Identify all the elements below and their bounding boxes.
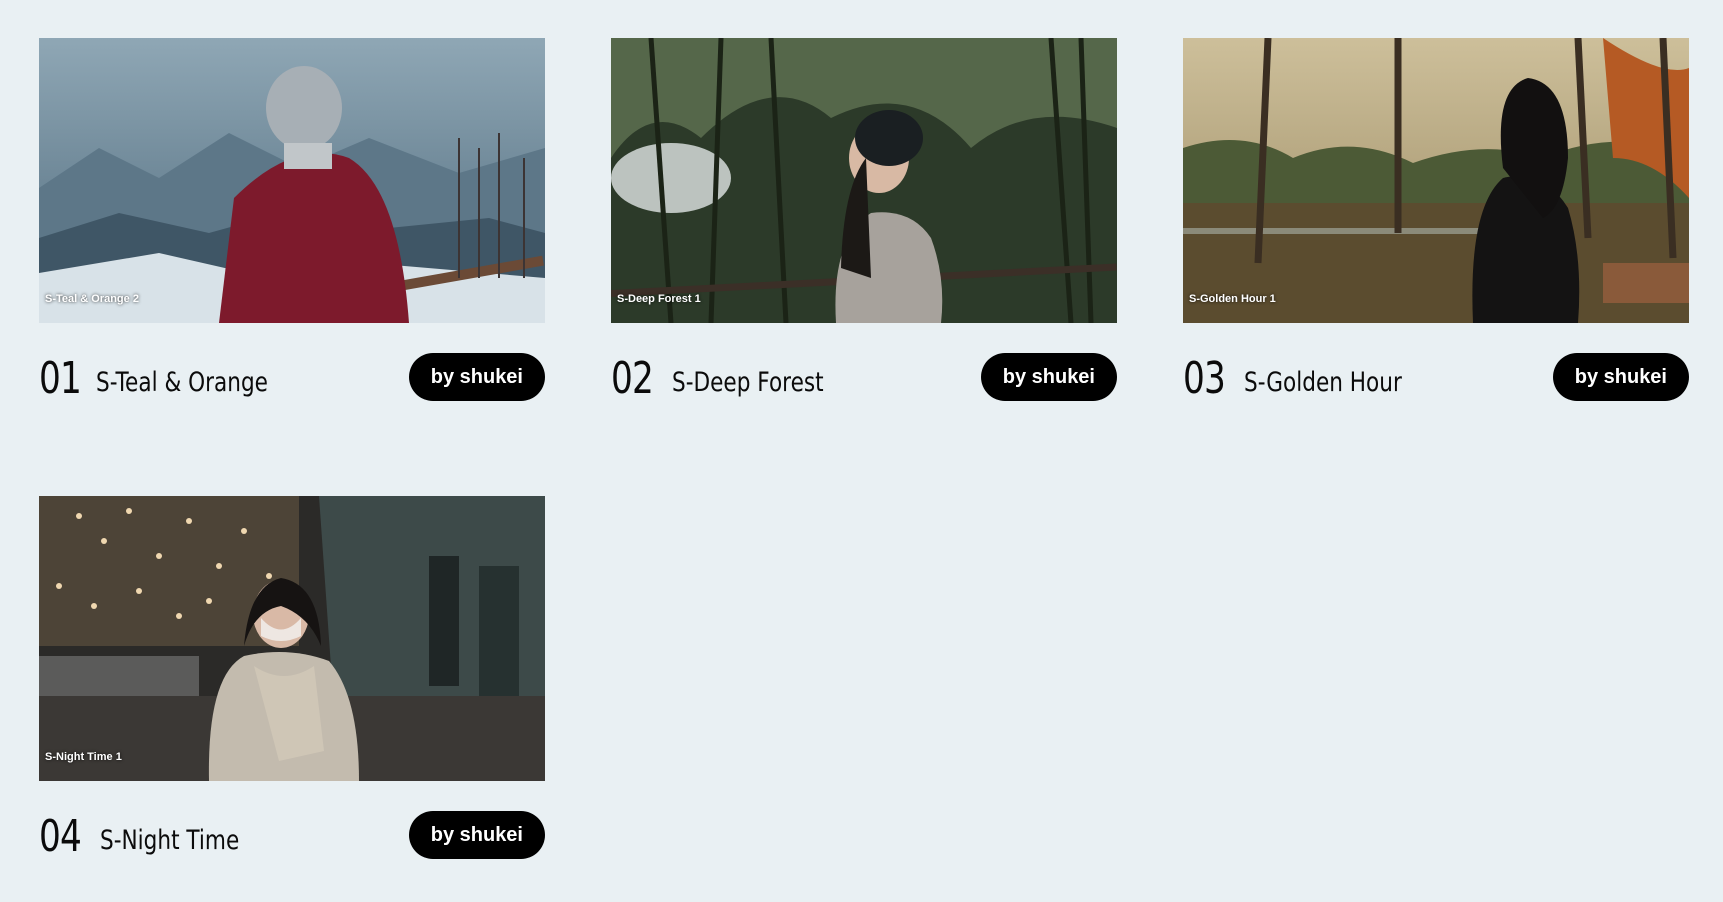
- preset-grid: S-Teal & Orange 2 01 S-Teal & Orange by …: [39, 38, 1689, 874]
- preset-title[interactable]: S-Golden Hour: [1244, 366, 1402, 400]
- thumbnail-label: S-Teal & Orange 2: [45, 293, 139, 305]
- thumbnail-label: S-Night Time 1: [45, 751, 122, 763]
- preset-card: S-Night Time 1 04 S-Night Time by shukei: [39, 496, 545, 874]
- preset-meta: 03 S-Golden Hour by shukei: [1183, 353, 1689, 405]
- thumbnail-image: [39, 496, 545, 781]
- preset-meta: 04 S-Night Time by shukei: [39, 811, 545, 863]
- preset-meta: 01 S-Teal & Orange by shukei: [39, 353, 545, 405]
- preset-card: S-Teal & Orange 2 01 S-Teal & Orange by …: [39, 38, 545, 416]
- thumbnail-image: [39, 38, 545, 323]
- preset-card: S-Golden Hour 1 03 S-Golden Hour by shuk…: [1183, 38, 1689, 416]
- preset-number: 03: [1183, 353, 1226, 404]
- preset-thumbnail[interactable]: S-Golden Hour 1: [1183, 38, 1689, 323]
- author-button[interactable]: by shukei: [408, 353, 545, 401]
- preset-number: 02: [611, 353, 654, 404]
- preset-title[interactable]: S-Night Time: [100, 824, 239, 858]
- preset-card: S-Deep Forest 1 02 S-Deep Forest by shuk…: [611, 38, 1117, 416]
- preset-title[interactable]: S-Teal & Orange: [96, 366, 268, 400]
- thumbnail-image: [611, 38, 1117, 323]
- preset-thumbnail[interactable]: S-Deep Forest 1: [611, 38, 1117, 323]
- preset-number: 04: [39, 811, 82, 862]
- author-button[interactable]: by shukei: [980, 353, 1117, 401]
- thumbnail-label: S-Golden Hour 1: [1189, 293, 1276, 305]
- thumbnail-label: S-Deep Forest 1: [617, 293, 701, 305]
- preset-thumbnail[interactable]: S-Teal & Orange 2: [39, 38, 545, 323]
- preset-number: 01: [39, 353, 82, 404]
- thumbnail-image: [1183, 38, 1689, 323]
- author-button[interactable]: by shukei: [1552, 353, 1689, 401]
- preset-title[interactable]: S-Deep Forest: [672, 366, 824, 400]
- author-button[interactable]: by shukei: [408, 811, 545, 859]
- preset-thumbnail[interactable]: S-Night Time 1: [39, 496, 545, 781]
- preset-meta: 02 S-Deep Forest by shukei: [611, 353, 1117, 405]
